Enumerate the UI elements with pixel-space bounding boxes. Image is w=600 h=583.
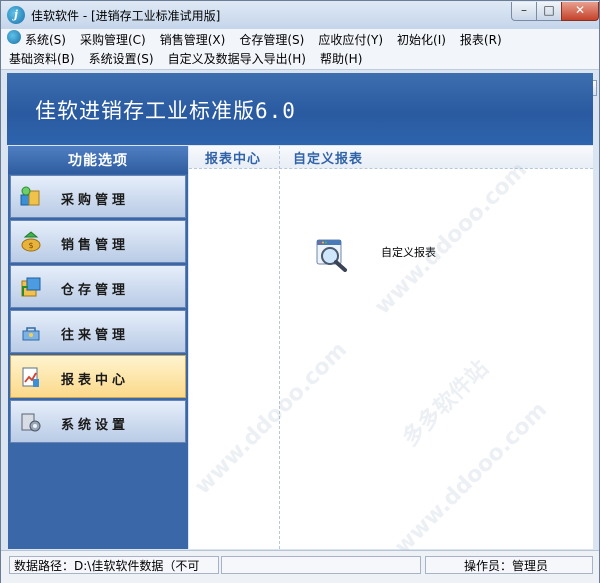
sidebar-item-system-settings[interactable]: 系统设置 [10, 400, 186, 443]
menu-basic-data[interactable]: 基础资料(B) [9, 49, 81, 69]
close-button[interactable]: ✕ [561, 2, 599, 21]
sidebar-item-sales[interactable]: $ 销售管理 [10, 220, 186, 263]
menu-bar: 系统(S) 采购管理(C) 销售管理(X) 仓存管理(S) 应收应付(Y) 初始… [1, 29, 599, 96]
menu-purchase[interactable]: 采购管理(C) [80, 30, 152, 50]
system-settings-icon [21, 413, 41, 432]
menu-app-icon[interactable] [7, 30, 21, 44]
menu-system-settings[interactable]: 系统设置(S) [89, 49, 160, 69]
app-logo-icon[interactable]: j [7, 6, 25, 24]
banner-title: 佳软进销存工业标准版6.0 [35, 95, 296, 125]
contacts-icon [22, 327, 40, 341]
status-data-path: 数据路径：D:\佳软软件数据（不可 [9, 556, 219, 574]
menu-custom-import-export[interactable]: 自定义及数据导入导出(H) [168, 49, 312, 69]
magnifier-report-icon[interactable] [315, 238, 349, 272]
watermark-text: www.ddooo.com [390, 397, 553, 560]
menu-receivable-payable[interactable]: 应收应付(Y) [318, 30, 389, 50]
menu-row-1: 系统(S) 采购管理(C) 销售管理(X) 仓存管理(S) 应收应付(Y) 初始… [7, 30, 516, 50]
menu-row-2: 基础资料(B) 系统设置(S) 自定义及数据导入导出(H) 帮助(H) [9, 49, 376, 69]
report-center-icon [22, 367, 39, 387]
watermark-text: 多多软件站 [398, 356, 494, 452]
report-tab-bar: 报表中心 自定义报表 [189, 146, 593, 169]
sidebar-item-contacts[interactable]: 往来管理 [10, 310, 186, 353]
status-bar: 数据路径：D:\佳软软件数据（不可 操作员：管理员 [1, 550, 599, 583]
app-window: j 佳软软件 - [进销存工业标准试用版] – □ ✕ 系统(S) 采购管理(C… [0, 0, 600, 583]
tab-report-center[interactable]: 报表中心 [205, 148, 261, 167]
svg-text:$: $ [28, 241, 33, 250]
sales-icon: $ [21, 231, 41, 252]
status-middle [221, 556, 421, 574]
menu-warehouse[interactable]: 仓存管理(S) [239, 30, 310, 50]
tab-custom-report[interactable]: 自定义报表 [293, 148, 363, 167]
menu-initialize[interactable]: 初始化(I) [397, 30, 452, 50]
maximize-button[interactable]: □ [536, 2, 562, 21]
sidebar-item-label: 采购管理 [61, 193, 130, 208]
content-divider [279, 146, 280, 549]
sidebar-item-label: 报表中心 [61, 373, 130, 388]
sidebar-item-label: 系统设置 [61, 418, 130, 433]
sidebar-header: 功能选项 [8, 146, 188, 174]
sidebar-item-report-center[interactable]: 报表中心 [10, 355, 186, 398]
sidebar-item-warehouse[interactable]: 仓存管理 [10, 265, 186, 308]
banner-title-version: 6.0 [255, 99, 296, 123]
custom-report-item[interactable]: 自定义报表 [313, 238, 513, 278]
menu-system[interactable]: 系统(S) [25, 30, 72, 50]
minimize-button[interactable]: – [511, 2, 537, 21]
status-operator: 操作员：管理员 [425, 556, 593, 574]
sidebar-item-label: 往来管理 [61, 328, 130, 343]
banner-title-main: 佳软进销存工业标准版 [35, 99, 255, 123]
title-bar[interactable]: j 佳软软件 - [进销存工业标准试用版] – □ ✕ [1, 1, 599, 29]
menu-sales[interactable]: 销售管理(X) [160, 30, 232, 50]
product-banner: 佳软进销存工业标准版6.0 [7, 73, 593, 145]
window-title: 佳软软件 - [进销存工业标准试用版] [31, 9, 221, 23]
menu-reports[interactable]: 报表(R) [460, 30, 508, 50]
function-sidebar: 功能选项 采购管理 $ 销售管理 仓存管理 往来管理 报表中心 系统设置 [8, 146, 188, 549]
warehouse-icon [21, 277, 41, 297]
menu-help[interactable]: 帮助(H) [320, 49, 368, 69]
custom-report-label[interactable]: 自定义报表 [381, 244, 436, 260]
watermark-text: www.ddooo.com [190, 337, 353, 500]
main-content: 报表中心 自定义报表 自定义报表 www.ddooo.com 多多软件站 www… [189, 146, 593, 560]
sidebar-item-purchase[interactable]: 采购管理 [10, 175, 186, 218]
purchase-icon [20, 186, 40, 206]
sidebar-item-label: 仓存管理 [61, 283, 130, 298]
sidebar-item-label: 销售管理 [61, 238, 130, 253]
